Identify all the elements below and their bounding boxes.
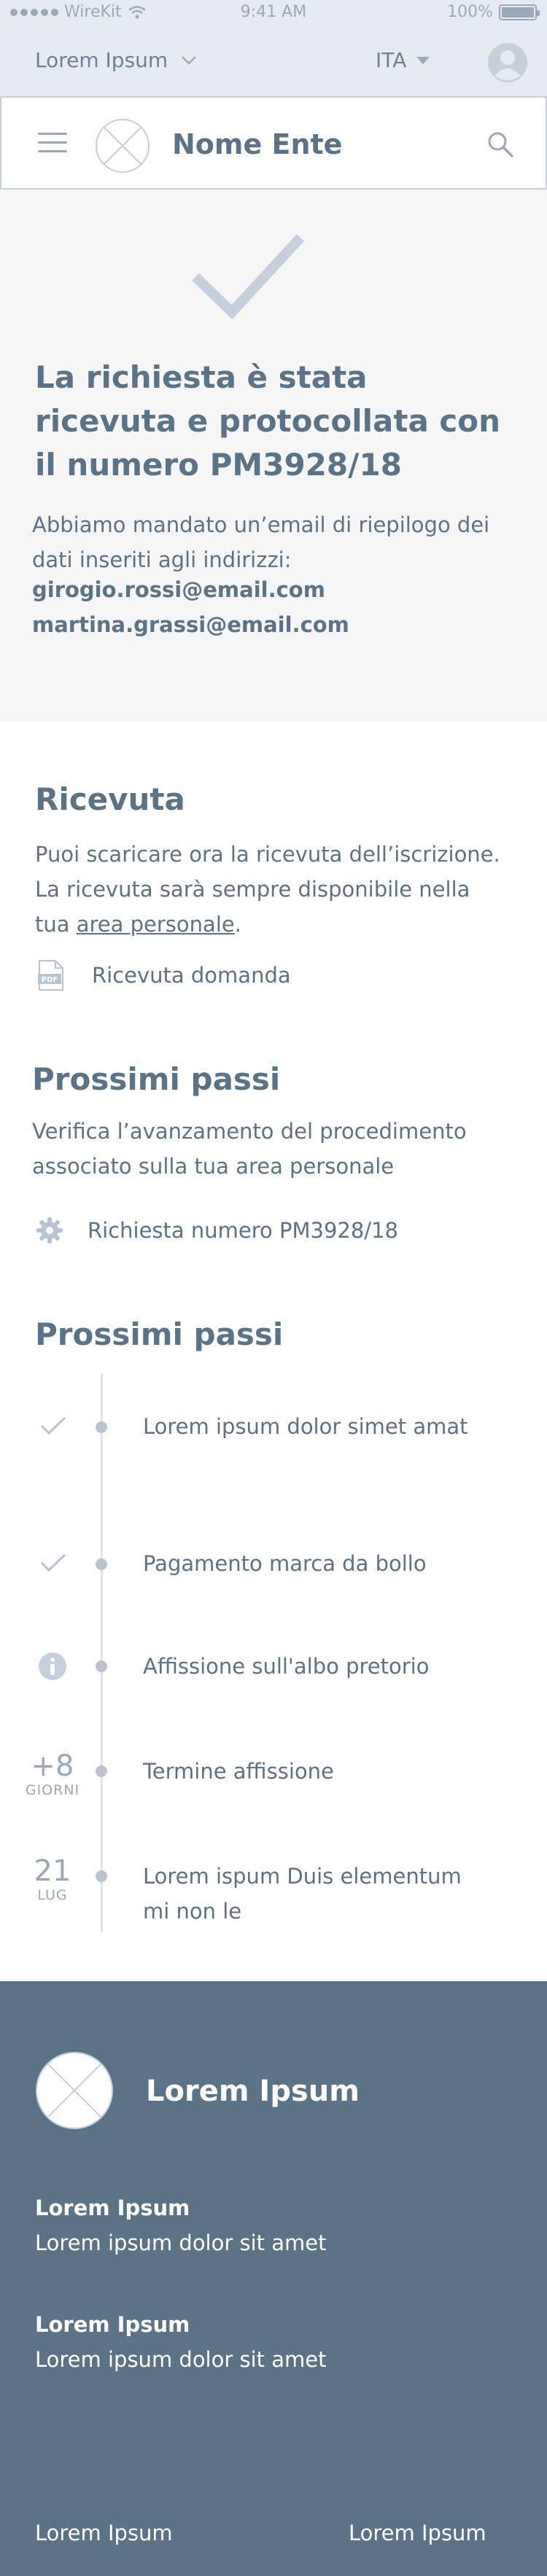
chevron-down-icon — [182, 55, 197, 65]
battery-percent: 100% — [447, 3, 493, 21]
timeline-step-text: Lorem ispum Duis elementum mi non le — [143, 1864, 462, 1924]
footer-heading: Lorem Ipsum — [35, 2196, 190, 2220]
timeline-step-text: Pagamento marca da bollo — [143, 1551, 427, 1576]
battery-info: 100% — [447, 3, 540, 21]
timeline-step-text: Lorem ipsum dolor simet amat — [143, 1414, 468, 1439]
days-unit: GIORNI — [25, 1782, 80, 1798]
confirmation-panel: La richiesta è stata ricevuta e protocol… — [0, 190, 547, 722]
footer-text: Lorem ipsum dolor sit amet — [35, 2347, 327, 2372]
days-counter: +8 GIORNI — [16, 1751, 89, 1799]
ricevuta-text-end: . — [234, 912, 241, 937]
footer-heading: Lorem Ipsum — [35, 2312, 190, 2337]
ente-logo — [96, 119, 150, 173]
request-status-link[interactable]: Richiesta numero PM3928/18 — [35, 1216, 398, 1245]
avatar-icon[interactable] — [487, 42, 528, 83]
date-marker: 21 LUG — [16, 1856, 89, 1904]
info-icon — [39, 1652, 66, 1680]
timeline-dot — [96, 1660, 107, 1672]
status-bar: WireKit 9:41 AM 100% — [0, 0, 547, 26]
footer-link[interactable]: Lorem Ipsum — [35, 2521, 173, 2545]
language-selector[interactable]: ITA — [376, 48, 430, 72]
site-footer: Lorem Ipsum Lorem Ipsum Lorem ipsum dolo… — [0, 1981, 547, 2576]
ricevuta-title: Ricevuta — [35, 781, 185, 817]
email-address: girogio.rossi@email.com — [32, 577, 325, 602]
language-label: ITA — [376, 48, 407, 72]
pdf-file-icon: PDF — [38, 960, 63, 991]
request-label: Richiesta numero PM3928/18 — [88, 1218, 398, 1243]
timeline-dot — [96, 1558, 107, 1570]
pdf-icon-label: PDF — [42, 976, 58, 984]
timeline-title: Prossimi passi — [35, 1316, 284, 1352]
footer-text: Lorem ipsum dolor sit amet — [35, 2230, 327, 2255]
timeline-dot — [96, 1765, 107, 1777]
timeline-dot — [96, 1421, 107, 1433]
check-icon — [40, 1416, 66, 1435]
timeline-dot — [96, 1870, 107, 1882]
check-icon — [40, 1553, 66, 1572]
timeline-step-text: Termine affissione — [143, 1759, 334, 1784]
email-address: martina.grassi@email.com — [32, 612, 349, 637]
battery-icon — [499, 4, 540, 20]
confirmation-message: Abbiamo mandato un’email di riepilogo de… — [32, 512, 490, 572]
ricevuta-text: Puoi scaricare ora la ricevuta dell’iscr… — [35, 837, 502, 942]
ente-selector[interactable]: Lorem Ipsum — [35, 48, 197, 72]
hamburger-menu-icon[interactable] — [38, 133, 67, 155]
prossimi-passi-text: Verifica l’avanzamento del procedimento … — [32, 1119, 467, 1179]
caret-down-icon — [416, 56, 430, 64]
confirmation-title: La richiesta è stata ricevuta e protocol… — [35, 359, 501, 483]
check-icon — [192, 234, 305, 319]
timeline-line — [101, 1374, 103, 1932]
ente-selector-label: Lorem Ipsum — [35, 48, 168, 72]
area-personale-link[interactable]: area personale — [77, 912, 235, 937]
top-bar: Lorem Ipsum ITA — [0, 26, 547, 96]
days-value: +8 — [31, 1749, 74, 1783]
site-header: Nome Ente — [0, 96, 547, 190]
site-title[interactable]: Nome Ente — [172, 128, 342, 160]
timeline-step-text: Affissione sull'albo pretorio — [143, 1654, 430, 1679]
footer-logo — [36, 2052, 113, 2129]
download-label: Ricevuta domanda — [92, 963, 291, 988]
date-month: LUG — [37, 1887, 68, 1903]
date-day: 21 — [34, 1854, 71, 1888]
download-ricevuta[interactable]: PDF Ricevuta domanda — [38, 959, 291, 991]
prossimi-passi-title: Prossimi passi — [32, 1061, 281, 1097]
footer-link[interactable]: Lorem Ipsum — [349, 2521, 486, 2545]
search-icon[interactable] — [486, 130, 515, 159]
gear-icon — [36, 1217, 63, 1244]
footer-title: Lorem Ipsum — [146, 2075, 360, 2108]
